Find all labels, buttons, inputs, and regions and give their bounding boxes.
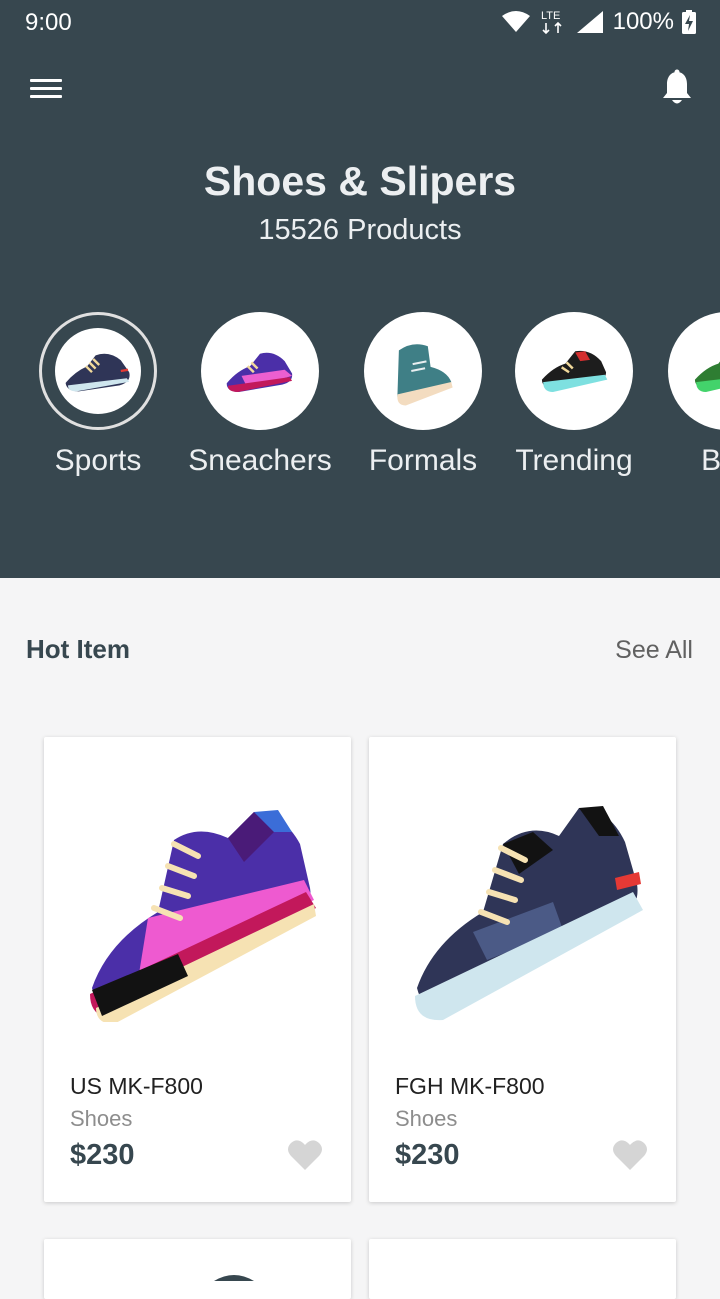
network-type-label: LTE	[541, 10, 560, 22]
category-image-frame	[515, 312, 633, 430]
status-icons: LTE 100%	[501, 8, 696, 36]
pink-sneaker-image	[89, 810, 316, 1022]
product-image	[44, 767, 351, 1047]
product-card[interactable]: US MK-F800 Shoes $230	[44, 737, 351, 1202]
category-image-frame	[364, 312, 482, 430]
trending-shoe-icon	[541, 350, 608, 392]
category-trending[interactable]: Trending	[499, 312, 649, 478]
product-price: $230	[70, 1139, 135, 1171]
sports-shoe-icon	[65, 353, 130, 392]
product-name: FGH MK-F800	[395, 1073, 545, 1099]
category-label: Sports	[54, 444, 142, 477]
category-sneachers[interactable]: Sneachers	[185, 312, 335, 478]
product-card[interactable]	[44, 1239, 351, 1299]
sneaker-shoe-icon	[226, 352, 293, 392]
heart-icon[interactable]	[287, 1139, 323, 1171]
category-image-frame	[668, 312, 720, 430]
page-title: Shoes & Slipers	[203, 158, 517, 204]
category-label: Formals	[368, 444, 478, 477]
product-name: US MK-F800	[70, 1073, 203, 1099]
category-label: Bus	[701, 444, 720, 477]
product-card[interactable]: FGH MK-F800 Shoes $230	[369, 737, 676, 1202]
status-time: 9:00	[25, 9, 72, 36]
section-title: Hot Item	[26, 634, 130, 664]
battery-charging-icon	[682, 10, 696, 34]
lte-signal-icon: LTE	[541, 10, 562, 35]
heart-icon[interactable]	[612, 1139, 648, 1171]
product-category: Shoes	[395, 1106, 458, 1131]
wifi-icon	[501, 11, 530, 32]
category-image-frame	[39, 312, 157, 430]
formal-shoe-icon	[397, 344, 453, 406]
product-price: $230	[395, 1139, 460, 1171]
category-image-frame	[201, 312, 319, 430]
hamburger-icon	[30, 79, 62, 82]
category-formals[interactable]: Formals	[348, 312, 498, 478]
menu-button[interactable]	[30, 74, 66, 104]
category-bus[interactable]: Bus	[652, 312, 720, 478]
status-bar: 9:00 LTE 100%	[0, 0, 720, 44]
category-carousel[interactable]: Sports Sneachers Formals Trending B	[0, 312, 720, 492]
category-sports[interactable]: Sports	[23, 312, 173, 478]
navy-running-shoe-image	[414, 806, 643, 1021]
product-card[interactable]	[369, 1239, 676, 1299]
notification-bell-icon[interactable]	[660, 68, 694, 108]
green-shoe-icon	[694, 361, 720, 392]
category-label: Trending	[515, 444, 633, 477]
product-count: 15526 Products	[258, 214, 462, 246]
product-category: Shoes	[70, 1106, 133, 1131]
product-image-partial	[214, 1275, 254, 1281]
cell-signal-icon	[576, 11, 603, 33]
category-label: Sneachers	[188, 444, 332, 477]
product-image	[369, 767, 676, 1047]
battery-percent: 100%	[612, 8, 674, 35]
header-panel: 9:00 LTE 100% Shoes & Slipers 15526 Prod…	[0, 0, 720, 578]
see-all-link[interactable]: See All	[615, 636, 693, 665]
